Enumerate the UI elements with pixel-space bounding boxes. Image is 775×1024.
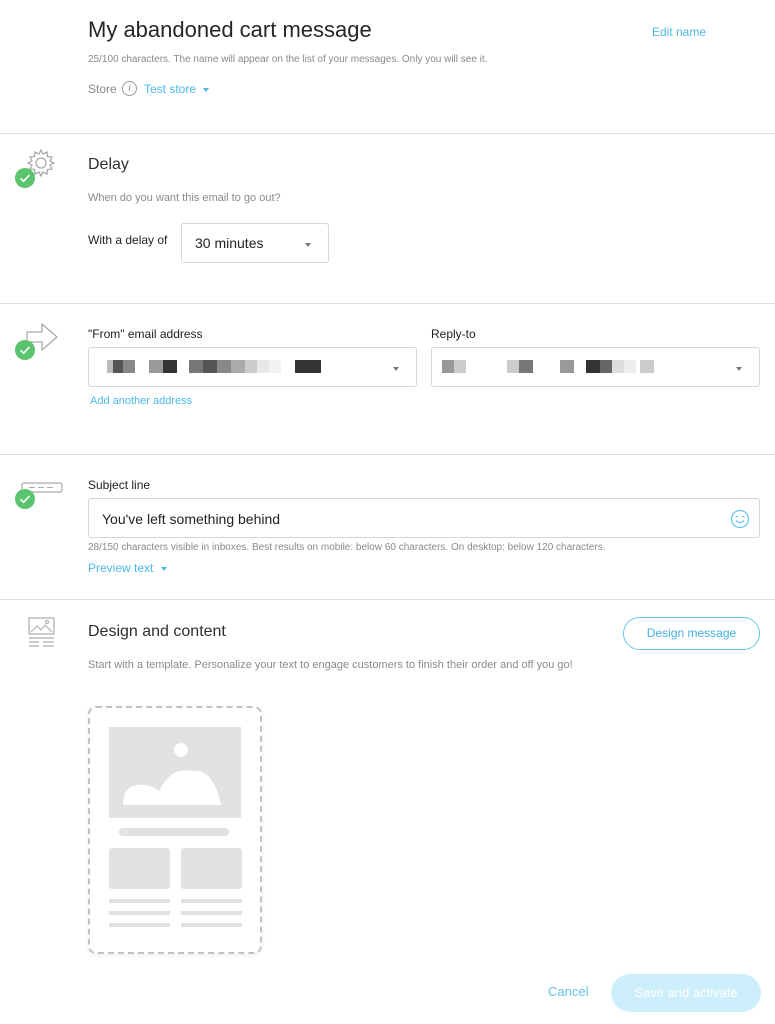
delay-value: 30 minutes (195, 235, 264, 251)
delay-label: With a delay of (88, 233, 168, 247)
chevron-down-icon (160, 566, 167, 571)
subject-check-icon (15, 489, 35, 509)
message-title: My abandoned cart message (88, 17, 372, 42)
divider (0, 454, 775, 455)
placeholder-line (109, 899, 170, 903)
divider (0, 303, 775, 304)
name-hint: 25/100 characters. The name will appear … (88, 54, 488, 65)
save-and-activate-button[interactable]: Save and activate (611, 974, 761, 1012)
cancel-button[interactable]: Cancel (548, 984, 588, 999)
store-dropdown[interactable]: Test store (144, 82, 210, 96)
from-email-select[interactable] (88, 347, 417, 387)
placeholder-block (109, 848, 170, 889)
subject-label: Subject line (88, 478, 151, 492)
design-description: Start with a template. Personalize your … (88, 659, 573, 671)
design-title: Design and content (88, 623, 226, 640)
divider (0, 599, 775, 600)
preview-text-toggle[interactable]: Preview text (88, 561, 167, 575)
placeholder-line (181, 923, 242, 927)
store-label: Store (88, 82, 117, 96)
chevron-down-icon (736, 367, 742, 371)
placeholder-line (109, 911, 170, 915)
template-placeholder[interactable] (88, 706, 262, 954)
subject-value: You've left something behind (102, 511, 281, 527)
subject-hint: 28/150 characters visible in inboxes. Be… (88, 542, 606, 553)
from-label: "From" email address (88, 327, 203, 341)
store-value: Test store (144, 82, 197, 96)
reply-to-select[interactable] (431, 347, 760, 387)
add-another-address-link[interactable]: Add another address (90, 395, 192, 407)
delay-check-icon (15, 168, 35, 188)
chevron-down-icon (203, 87, 210, 92)
delay-title: Delay (88, 156, 129, 173)
info-icon[interactable]: i (122, 81, 137, 96)
placeholder-bar (119, 828, 229, 836)
placeholder-line (181, 911, 242, 915)
image-placeholder-icon (109, 727, 241, 818)
reply-label: Reply-to (431, 327, 476, 341)
design-message-button[interactable]: Design message (623, 617, 760, 650)
from-check-icon (15, 340, 35, 360)
delay-question: When do you want this email to go out? (88, 192, 281, 204)
layout-icon (28, 617, 55, 647)
divider (0, 133, 775, 134)
preview-text-label: Preview text (88, 561, 154, 575)
chevron-down-icon (393, 367, 399, 371)
placeholder-line (109, 923, 170, 927)
placeholder-block (181, 848, 242, 889)
emoji-icon[interactable] (730, 509, 750, 529)
subject-input[interactable]: You've left something behind (88, 498, 760, 538)
chevron-down-icon (305, 243, 311, 247)
placeholder-line (181, 899, 242, 903)
delay-select[interactable]: 30 minutes (181, 223, 329, 263)
edit-name-link[interactable]: Edit name (652, 25, 706, 39)
